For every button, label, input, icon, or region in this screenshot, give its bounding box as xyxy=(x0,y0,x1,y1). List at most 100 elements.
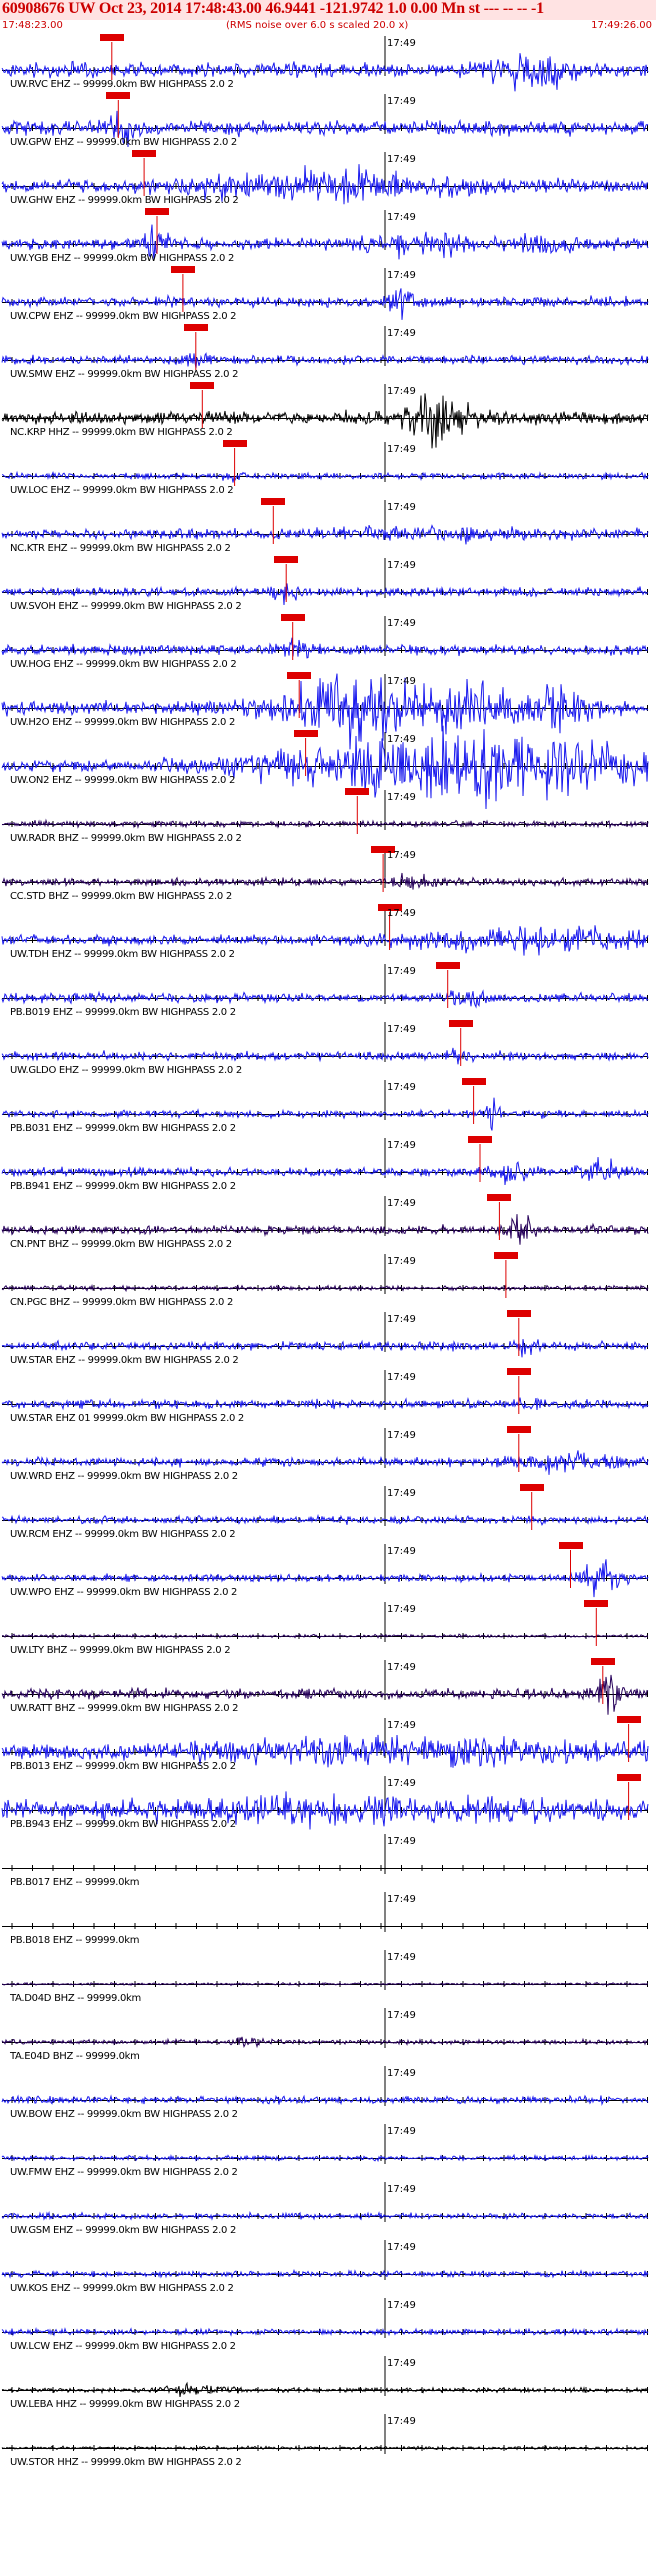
trace-row: 17:49 UW.STAR EHZ 01 99999.0km BW HIGHPAS… xyxy=(0,1368,656,1426)
pick-marker xyxy=(487,1194,512,1201)
pick-marker xyxy=(106,92,131,99)
pick-marker xyxy=(287,672,312,679)
minute-label: 17:49 xyxy=(387,1082,416,1093)
station-label: UW.RCM EHZ -- 99999.0km BW HIGHPASS 2.0 … xyxy=(10,1529,236,1540)
trace-row: 17:49 UW.H2O EHZ -- 99999.0km BW HIGHPASS… xyxy=(0,672,656,750)
station-label: UW.GPW EHZ -- 99999.0km BW HIGHPASS 2.0 … xyxy=(10,137,237,148)
pick-marker xyxy=(170,266,195,273)
station-label: CN.PNT BHZ -- 99999.0km BW HIGHPASS 2.0 … xyxy=(10,1239,232,1250)
minute-label: 17:49 xyxy=(387,966,416,977)
minute-label: 17:49 xyxy=(387,2126,416,2137)
minute-label: 17:49 xyxy=(387,1604,416,1615)
noise-note: (RMS noise over 6.0 s scaled 20.0 x) xyxy=(226,20,409,31)
trace-row: 17:49 UW.LEBA HHZ -- 99999.0km BW HIGHPAS… xyxy=(0,2354,656,2412)
station-label: UW.STAR EHZ 01 99999.0km BW HIGHPASS 2.0… xyxy=(10,1413,244,1424)
station-label: UW.SMW EHZ -- 99999.0km BW HIGHPASS 2.0 … xyxy=(10,369,239,380)
trace-row: 17:49 UW.WPO EHZ -- 99999.0km BW HIGHPASS… xyxy=(0,1542,656,1600)
minute-label: 17:49 xyxy=(387,1198,416,1209)
station-label: UW.KOS EHZ -- 99999.0km BW HIGHPASS 2.0 … xyxy=(10,2283,234,2294)
waveform xyxy=(1,1396,649,1411)
waveform xyxy=(1,2036,649,2049)
pick-marker xyxy=(190,382,215,389)
minute-label: 17:49 xyxy=(387,2184,416,2195)
trace-row: 17:49 CC.STD BHZ -- 99999.0km BW HIGHPASS… xyxy=(0,846,656,904)
trace-row: 17:49 UW.KOS EHZ -- 99999.0km BW HIGHPASS… xyxy=(0,2238,656,2296)
station-label: PB.B943 EHZ -- 99999.0km BW HIGHPASS 2.0… xyxy=(10,1819,236,1830)
trace-row: 17:49 UW.SMW EHZ -- 99999.0km BW HIGHPASS… xyxy=(0,324,656,382)
station-label: UW.WPO EHZ -- 99999.0km BW HIGHPASS 2.0 … xyxy=(10,1587,238,1598)
trace-row: 17:49 UW.FMW EHZ -- 99999.0km BW HIGHPASS… xyxy=(0,2122,656,2180)
minute-label: 17:49 xyxy=(387,1546,416,1557)
station-label: UW.TDH EHZ -- 99999.0km BW HIGHPASS 2.0 … xyxy=(10,949,235,960)
waveform xyxy=(1,470,649,483)
station-label: UW.ON2 EHZ -- 99999.0km BW HIGHPASS 2.0 … xyxy=(10,775,236,786)
station-label: UW.LOC EHZ -- 99999.0km BW HIGHPASS 2.0 … xyxy=(10,485,234,496)
pick-marker xyxy=(590,1658,615,1665)
trace-row: 17:49 UW.GPW EHZ -- 99999.0km BW HIGHPASS… xyxy=(0,92,656,150)
minute-label: 17:49 xyxy=(387,386,416,397)
pick-marker xyxy=(448,1020,473,1027)
minute-label: 17:49 xyxy=(387,1488,416,1499)
minute-label: 17:49 xyxy=(387,2068,416,2079)
pick-marker xyxy=(468,1136,492,1143)
trace-row: 17:49 TA.D04D BHZ -- 99999.0km xyxy=(0,1948,656,2006)
station-label: PB.B013 EHZ -- 99999.0km BW HIGHPASS 2.0… xyxy=(10,1761,236,1772)
minute-label: 17:49 xyxy=(387,1894,416,1905)
waveform xyxy=(1,637,649,659)
minute-label: 17:49 xyxy=(387,1024,416,1035)
station-label: NC.KTR EHZ -- 99999.0km BW HIGHPASS 2.0 … xyxy=(10,543,231,554)
station-label: CC.STD BHZ -- 99999.0km BW HIGHPASS 2.0 … xyxy=(10,891,232,902)
station-label: UW.BOW EHZ -- 99999.0km BW HIGHPASS 2.0 … xyxy=(10,2109,238,2120)
station-label: UW.RADR BHZ -- 99999.0km BW HIGHPASS 2.0… xyxy=(10,833,242,844)
trace-row: 17:49 UW.STAR EHZ -- 99999.0km BW HIGHPAS… xyxy=(0,1310,656,1368)
trace-row: 17:49 CN.PNT BHZ -- 99999.0km BW HIGHPASS… xyxy=(0,1194,656,1252)
pick-marker xyxy=(183,324,208,331)
minute-label: 17:49 xyxy=(387,212,416,223)
trace-row: 17:49 PB.B013 EHZ -- 99999.0km BW HIGHPAS… xyxy=(0,1716,656,1774)
minute-label: 17:49 xyxy=(387,1140,416,1151)
minute-label: 17:49 xyxy=(387,676,416,687)
trace-row: 17:49 UW.ON2 EHZ -- 99999.0km BW HIGHPASS… xyxy=(0,725,656,810)
station-label: UW.H2O EHZ -- 99999.0km BW HIGHPASS 2.0 … xyxy=(10,717,236,728)
end-time: 17:49:26.00 xyxy=(591,20,652,31)
pick-marker xyxy=(584,1600,609,1607)
minute-label: 17:49 xyxy=(387,444,416,455)
station-label: UW.LTY BHZ -- 99999.0km BW HIGHPASS 2.0 … xyxy=(10,1645,231,1656)
trace-row: 17:49 UW.RATT BHZ -- 99999.0km BW HIGHPAS… xyxy=(0,1658,656,1716)
trace-row: 17:49 PB.B017 EHZ -- 99999.0km xyxy=(0,1832,656,1890)
trace-row: 17:49 NC.KRP HHZ -- 99999.0km BW HIGHPASS… xyxy=(0,382,656,449)
trace-row: 17:49 UW.WRD EHZ -- 99999.0km BW HIGHPASS… xyxy=(0,1426,656,1484)
pick-marker xyxy=(261,498,286,505)
trace-row: 17:49 UW.RCM EHZ -- 99999.0km BW HIGHPASS… xyxy=(0,1484,656,1542)
station-label: PB.B017 EHZ -- 99999.0km xyxy=(10,1877,140,1888)
trace-row: 17:49 PB.B019 EHZ -- 99999.0km BW HIGHPAS… xyxy=(0,962,656,1020)
station-label: NC.KRP HHZ -- 99999.0km BW HIGHPASS 2.0 … xyxy=(10,427,233,438)
minute-label: 17:49 xyxy=(387,2416,416,2427)
start-time: 17:48:23.00 xyxy=(2,20,63,31)
trace-row: 17:49 TA.E04D BHZ -- 99999.0km xyxy=(0,2006,656,2064)
minute-label: 17:49 xyxy=(387,2300,416,2311)
trace-row: 17:49 UW.LTY BHZ -- 99999.0km BW HIGHPASS… xyxy=(0,1600,656,1658)
trace-row: 17:49 UW.LCW EHZ -- 99999.0km BW HIGHPASS… xyxy=(0,2296,656,2354)
pick-marker xyxy=(293,730,318,737)
pick-marker xyxy=(435,962,460,969)
minute-label: 17:49 xyxy=(387,1314,416,1325)
minute-label: 17:49 xyxy=(387,792,416,803)
station-label: PB.B018 EHZ -- 99999.0km xyxy=(10,1935,140,1946)
waveform xyxy=(1,1633,649,1639)
trace-row: 17:49 NC.KTR EHZ -- 99999.0km BW HIGHPASS… xyxy=(0,498,656,556)
minute-label: 17:49 xyxy=(387,1778,416,1789)
minute-label: 17:49 xyxy=(387,1836,416,1847)
minute-label: 17:49 xyxy=(387,328,416,339)
trace-row: 17:49 UW.YGB EHZ -- 99999.0km BW HIGHPASS… xyxy=(0,208,656,266)
pick-marker xyxy=(493,1252,518,1259)
minute-label: 17:49 xyxy=(387,38,416,49)
pick-marker xyxy=(222,440,247,447)
minute-label: 17:49 xyxy=(387,850,416,861)
pick-marker xyxy=(461,1078,486,1085)
waveform xyxy=(1,818,649,830)
pick-marker xyxy=(616,1716,641,1723)
minute-label: 17:49 xyxy=(387,2242,416,2253)
station-label: TA.E04D BHZ -- 99999.0km xyxy=(10,2051,140,2062)
trace-row: 17:49 UW.RVC EHZ -- 99999.0km BW HIGHPASS… xyxy=(0,34,656,92)
